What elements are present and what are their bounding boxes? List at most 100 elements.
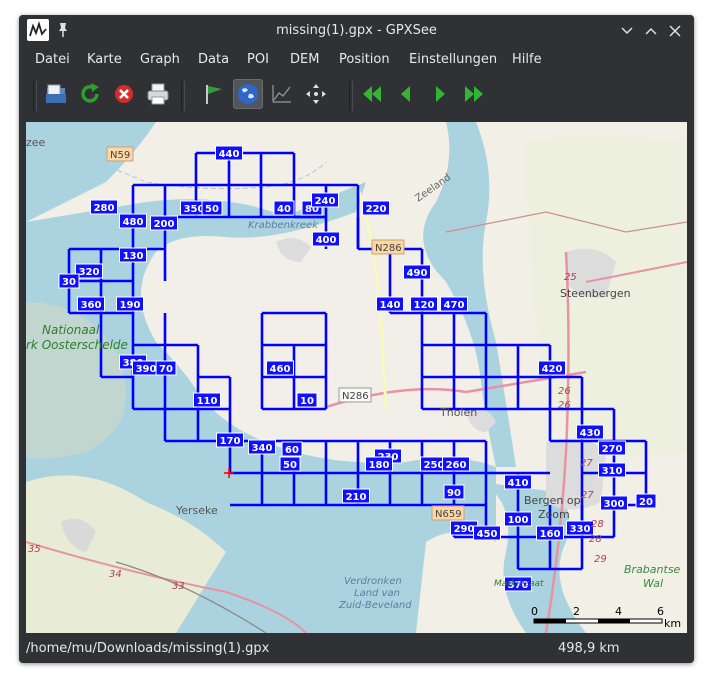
waypoint-marker[interactable]: 390 [132,360,160,376]
waypoint-marker[interactable]: 190 [116,296,144,312]
menu-datei[interactable]: Datei [35,52,70,67]
menu-einstellungen[interactable]: Einstellungen [409,52,497,67]
place-label: Zuid-Beveland [338,600,412,611]
road-label: 35 [28,544,41,555]
waypoint-marker-label: 210 [346,492,367,503]
waypoint-marker-label: 200 [154,219,175,230]
waypoint-marker[interactable]: 110 [193,392,221,408]
waypoint-marker-label: 100 [508,515,529,526]
waypoint-marker-label: 300 [604,499,625,510]
waypoint-marker[interactable]: 90 [443,484,465,500]
title-bar: missing(1).gpx - GPXSee [19,15,694,47]
waypoint-marker[interactable]: 330 [566,520,594,536]
waypoint-marker[interactable]: 320 [75,263,103,279]
scale-tick-label: 4 [615,605,622,618]
next-icon[interactable] [425,79,455,109]
waypoint-marker-label: 130 [123,251,144,262]
open-file-icon[interactable] [41,79,71,109]
last-icon[interactable] [459,79,489,109]
menu-bar: Datei Karte Graph Data POI DEM Position … [19,47,694,71]
first-icon[interactable] [357,79,387,109]
menu-graph[interactable]: Graph [140,52,180,67]
waypoint-marker[interactable]: 300 [600,495,628,511]
menu-poi[interactable]: POI [247,52,269,67]
waypoint-marker[interactable]: 120 [410,296,438,312]
close-window-icon[interactable] [667,23,683,39]
waypoint-marker[interactable]: 180 [365,456,393,472]
flag-icon[interactable] [199,79,229,109]
waypoint-marker[interactable]: 30 [58,273,80,289]
waypoint-marker-label: 460 [270,364,291,375]
place-label: zee [26,136,46,149]
waypoint-marker[interactable]: 240 [311,192,339,208]
waypoint-marker-label: 240 [315,196,336,207]
waypoint-marker[interactable]: 170 [216,432,244,448]
map-view[interactable]: 440 280 480 200 350 50 40 80 240 220 400 130 320 30 36… [26,122,687,633]
place-label: Bergen op [524,494,581,507]
waypoint-marker[interactable]: 360 [77,296,105,312]
waypoint-marker-label: 290 [454,524,475,535]
menu-data[interactable]: Data [198,52,229,67]
waypoint-marker[interactable]: 430 [576,424,604,440]
waypoint-marker[interactable]: 260 [442,456,470,472]
waypoint-marker[interactable]: 160 [536,525,564,541]
waypoint-marker[interactable]: 460 [266,360,294,376]
waypoint-marker-label: 440 [219,149,240,160]
waypoint-marker[interactable]: 50 [201,200,223,216]
place-label: Wal [643,577,663,590]
map-canvas[interactable]: 440280480 200350 50 40 802402204001303203036… [26,122,687,633]
waypoint-marker[interactable]: 100 [504,511,532,527]
menu-position[interactable]: Position [339,52,390,67]
waypoint-marker-label: 40 [277,204,291,215]
waypoint-marker[interactable]: 40 [273,200,295,216]
waypoint-marker[interactable]: 210 [342,488,370,504]
prev-icon[interactable] [391,79,421,109]
track-distance: 498,9 km [558,641,620,656]
waypoint-marker[interactable]: 60 [281,441,303,457]
waypoint-marker[interactable]: 220 [362,200,390,216]
reload-icon[interactable] [75,79,105,109]
menu-hilfe[interactable]: Hilfe [512,52,542,67]
waypoint-marker[interactable]: 340 [248,439,276,455]
waypoint-marker-label: 470 [444,300,465,311]
waypoint-marker-label: 160 [540,529,561,540]
globe-icon[interactable] [233,79,263,109]
waypoint-marker[interactable]: 420 [538,360,566,376]
print-icon[interactable] [143,79,173,109]
waypoint-marker-label: 390 [136,364,157,375]
waypoint-marker[interactable]: 490 [403,264,431,280]
road-label: 27 [581,490,594,501]
move-icon[interactable] [301,79,331,109]
waypoint-marker[interactable]: 70 [155,360,177,376]
menu-dem[interactable]: DEM [290,52,319,67]
place-label: Verdronken [344,576,402,587]
menu-karte[interactable]: Karte [87,52,122,67]
waypoint-marker-label: 10 [300,396,314,407]
waypoint-marker[interactable]: 20 [635,493,657,509]
waypoint-marker[interactable]: 450 [473,525,501,541]
waypoint-marker[interactable]: 50 [279,456,301,472]
graph-icon[interactable] [267,79,297,109]
waypoint-marker[interactable]: 480 [119,213,147,229]
waypoint-marker[interactable]: 10 [296,392,318,408]
minimize-icon[interactable] [619,23,635,39]
maximize-icon[interactable] [643,23,659,39]
waypoint-marker[interactable]: 270 [598,440,626,456]
waypoint-marker[interactable]: 400 [312,231,340,247]
waypoint-marker[interactable]: 130 [119,247,147,263]
waypoint-marker[interactable]: 200 [150,215,178,231]
close-file-icon[interactable] [109,79,139,109]
waypoint-marker[interactable]: 440 [215,145,243,161]
waypoint-marker[interactable]: 140 [376,296,404,312]
waypoint-marker-label: 340 [252,443,273,454]
waypoint-marker-label: 50 [283,460,297,471]
waypoint-marker[interactable]: 280 [90,199,118,215]
waypoint-marker[interactable]: 470 [440,296,468,312]
waypoint-marker[interactable]: 410 [504,474,532,490]
waypoint-marker-label: 90 [447,488,461,499]
road-label: N659 [435,509,462,520]
waypoint-marker-label: 270 [602,444,623,455]
place-label: Tholen [439,406,477,419]
waypoint-marker[interactable]: 310 [598,462,626,478]
place-label: rk Oosterschelde [26,338,128,352]
